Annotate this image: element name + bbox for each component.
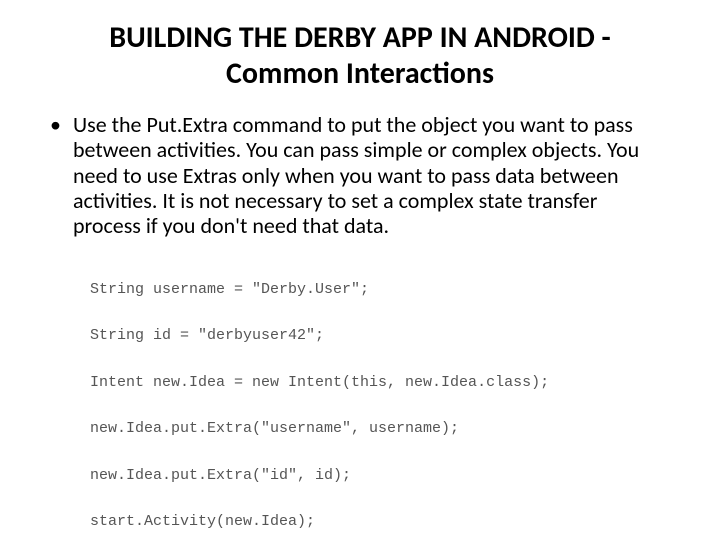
code-line: new.Idea.put.Extra("id", id);	[90, 464, 670, 487]
slide-title: BUILDING THE DERBY APP IN ANDROID - Comm…	[50, 20, 670, 92]
code-line: String id = "derbyuser42";	[90, 324, 670, 347]
bullet-marker: •	[50, 112, 61, 137]
code-line: start.Activity(new.Idea);	[90, 510, 670, 533]
bullet-item: • Use the Put.Extra command to put the o…	[50, 112, 670, 238]
code-line: Intent new.Idea = new Intent(this, new.I…	[90, 371, 670, 394]
bullet-text: Use the Put.Extra command to put the obj…	[73, 112, 670, 238]
code-block: String username = "Derby.User"; String i…	[90, 254, 670, 556]
code-line: new.Idea.put.Extra("username", username)…	[90, 417, 670, 440]
code-line: String username = "Derby.User";	[90, 278, 670, 301]
